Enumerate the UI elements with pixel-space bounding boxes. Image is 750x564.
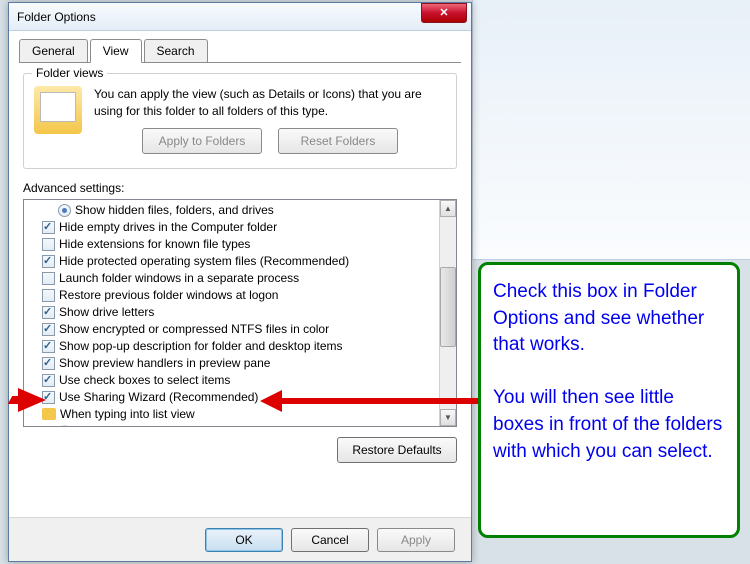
checkbox-icon[interactable] — [42, 306, 55, 319]
arrow-left-head-icon — [18, 388, 46, 412]
folder-views-description: You can apply the view (such as Details … — [94, 86, 446, 120]
checkbox-icon[interactable] — [42, 238, 55, 251]
list-item[interactable]: Show hidden files, folders, and drives — [24, 202, 439, 219]
background-window — [472, 0, 750, 260]
close-icon: ✕ — [439, 6, 448, 19]
list-item[interactable]: Hide extensions for known file types — [24, 236, 439, 253]
annotation-text-2: You will then see little boxes in front … — [493, 385, 725, 465]
close-button[interactable]: ✕ — [421, 3, 467, 23]
apply-button[interactable]: Apply — [377, 528, 455, 552]
list-item-label: Hide empty drives in the Computer folder — [59, 220, 277, 234]
tab-search[interactable]: Search — [144, 39, 208, 62]
list-item[interactable]: Launch folder windows in a separate proc… — [24, 270, 439, 287]
tab-general[interactable]: General — [19, 39, 88, 62]
folder-views-label: Folder views — [32, 66, 107, 80]
list-item[interactable]: Use check boxes to select items — [24, 372, 439, 389]
reset-folders-button[interactable]: Reset Folders — [278, 128, 398, 154]
list-item[interactable]: Hide empty drives in the Computer folder — [24, 219, 439, 236]
checkbox-icon[interactable] — [42, 357, 55, 370]
list-item[interactable]: Restore previous folder windows at logon — [24, 287, 439, 304]
ok-button[interactable]: OK — [205, 528, 283, 552]
restore-defaults-button[interactable]: Restore Defaults — [337, 437, 457, 463]
list-item-label: Show drive letters — [59, 305, 154, 319]
checkbox-icon[interactable] — [42, 255, 55, 268]
checkbox-icon[interactable] — [42, 289, 55, 302]
list-item[interactable]: When typing into list view — [24, 406, 439, 423]
cancel-button[interactable]: Cancel — [291, 528, 369, 552]
list-item-label: Show hidden files, folders, and drives — [75, 203, 274, 217]
list-item-label: Hide extensions for known file types — [59, 237, 250, 251]
checkbox-icon[interactable] — [42, 272, 55, 285]
list-item[interactable]: Show encrypted or compressed NTFS files … — [24, 321, 439, 338]
list-item-label: Automatically type into the Search Box — [75, 424, 280, 426]
tab-content: Folder views You can apply the view (suc… — [9, 63, 471, 473]
folder-icon — [34, 86, 82, 134]
list-item-label: Use Sharing Wizard (Recommended) — [59, 390, 258, 404]
list-item-label: Launch folder windows in a separate proc… — [59, 271, 299, 285]
list-item[interactable]: Show drive letters — [24, 304, 439, 321]
annotation-callout: Check this box in Folder Options and see… — [478, 262, 740, 538]
advanced-settings-list: Show hidden files, folders, and drives Hi… — [23, 199, 457, 427]
checkbox-icon[interactable] — [42, 323, 55, 336]
scroll-down-button[interactable]: ▼ — [440, 409, 456, 426]
tab-view[interactable]: View — [90, 39, 142, 63]
list-item-label: Restore previous folder windows at logon — [59, 288, 278, 302]
folder-views-group: Folder views You can apply the view (suc… — [23, 73, 457, 169]
list-item[interactable]: Hide protected operating system files (R… — [24, 253, 439, 270]
checkbox-icon[interactable] — [42, 374, 55, 387]
list-item[interactable]: Show pop-up description for folder and d… — [24, 338, 439, 355]
arrow-head-icon — [260, 390, 282, 412]
list-item[interactable]: Show preview handlers in preview pane — [24, 355, 439, 372]
arrow-annotation — [275, 398, 481, 404]
list-item[interactable]: Automatically type into the Search Box — [24, 423, 439, 426]
apply-to-folders-button[interactable]: Apply to Folders — [142, 128, 262, 154]
list-item-label: Show preview handlers in preview pane — [59, 356, 270, 370]
radio-icon[interactable] — [58, 204, 71, 217]
list-item-label: Use check boxes to select items — [59, 373, 230, 387]
dialog-title: Folder Options — [17, 10, 96, 24]
scroll-thumb[interactable] — [440, 267, 456, 347]
scroll-up-button[interactable]: ▲ — [440, 200, 456, 217]
advanced-settings-label: Advanced settings: — [23, 181, 457, 195]
scrollbar[interactable]: ▲ ▼ — [439, 200, 456, 426]
radio-icon[interactable] — [58, 425, 71, 426]
annotation-text-1: Check this box in Folder Options and see… — [493, 279, 725, 359]
checkbox-icon[interactable] — [42, 340, 55, 353]
tab-strip: General View Search — [19, 39, 461, 63]
folder-options-dialog: Folder Options ✕ General View Search Fol… — [8, 2, 472, 562]
checkbox-icon[interactable] — [42, 221, 55, 234]
list-item-label: When typing into list view — [60, 407, 195, 421]
list-item-label: Show encrypted or compressed NTFS files … — [59, 322, 329, 336]
scroll-track[interactable] — [440, 217, 456, 409]
list-item-label: Hide protected operating system files (R… — [59, 254, 349, 268]
list-item-label: Show pop-up description for folder and d… — [59, 339, 343, 353]
dialog-footer: OK Cancel Apply — [9, 517, 471, 561]
titlebar[interactable]: Folder Options ✕ — [9, 3, 471, 31]
